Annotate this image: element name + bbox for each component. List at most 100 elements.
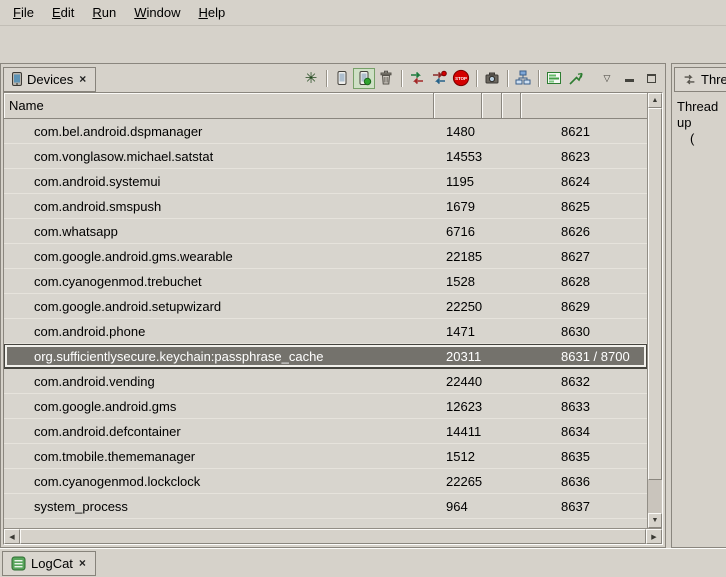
main-area: Devices × ✳	[0, 63, 726, 548]
vertical-scrollbar[interactable]: ▲ ▼	[647, 93, 662, 528]
column-header-pid[interactable]	[434, 93, 482, 119]
column-header-blank-1[interactable]	[482, 93, 502, 119]
threads-icon	[683, 73, 696, 86]
table-row[interactable]: com.google.android.gms.wearable 22185 86…	[4, 244, 647, 269]
systrace-icon[interactable]	[543, 68, 565, 89]
row-name: com.google.android.setupwizard	[4, 299, 434, 314]
row-pid: 1512	[434, 449, 482, 464]
screen-capture-icon[interactable]	[481, 68, 503, 89]
row-pid: 1480	[434, 124, 482, 139]
row-pid: 1528	[434, 274, 482, 289]
main-toolbar	[0, 26, 726, 63]
menu-item-edit[interactable]: Edit	[43, 2, 83, 23]
row-pid: 20311	[434, 349, 482, 364]
row-port: 8632	[521, 374, 647, 389]
table-row[interactable]: com.cyanogenmod.trebuchet 1528 8628	[4, 269, 647, 294]
row-name: com.cyanogenmod.lockclock	[4, 474, 434, 489]
row-pid: 22440	[434, 374, 482, 389]
row-port: 8636	[521, 474, 647, 489]
tab-logcat[interactable]: LogCat ×	[2, 551, 96, 576]
threads-panel-header: Threads	[672, 64, 726, 92]
vertical-scrollbar-thumb[interactable]	[648, 108, 662, 480]
table-row[interactable]: com.android.defcontainer 14411 8634	[4, 419, 647, 444]
vertical-scrollbar-trough[interactable]	[648, 480, 662, 513]
row-name: com.whatsapp	[4, 224, 434, 239]
row-port: 8624	[521, 174, 647, 189]
scroll-right-icon[interactable]: ▶	[646, 529, 662, 544]
threads-message-line2: (	[677, 131, 725, 147]
threads-panel: Threads Thread up (	[671, 63, 726, 548]
scroll-left-icon[interactable]: ◀	[4, 529, 20, 544]
table-row[interactable]: com.whatsapp 6716 8626	[4, 219, 647, 244]
row-port: 8634	[521, 424, 647, 439]
toolbar-separator	[507, 70, 508, 87]
toolbar-separator	[538, 70, 539, 87]
menubar: File Edit Run Window Help	[0, 0, 726, 26]
table-row[interactable]: com.bel.android.dspmanager 1480 8621	[4, 119, 647, 144]
menu-item-help[interactable]: Help	[189, 2, 234, 23]
tab-threads-label: Threads	[701, 72, 726, 87]
row-port: 8633	[521, 399, 647, 414]
debug-process-icon[interactable]: ✳	[300, 68, 322, 89]
table-row[interactable]: com.android.systemui 1195 8624	[4, 169, 647, 194]
update-heap-icon[interactable]	[331, 68, 353, 89]
row-name: org.sufficientlysecure.keychain:passphra…	[4, 349, 434, 364]
row-port: 8629	[521, 299, 647, 314]
table-row[interactable]: com.vonglasow.michael.satstat 14553 8623	[4, 144, 647, 169]
scroll-down-icon[interactable]: ▼	[648, 513, 662, 528]
tab-logcat-close-icon[interactable]: ×	[78, 556, 87, 570]
cause-gc-icon[interactable]	[375, 68, 397, 89]
bottom-bar: LogCat ×	[0, 548, 726, 577]
update-threads-icon[interactable]	[406, 68, 428, 89]
tab-devices-close-icon[interactable]: ×	[78, 72, 87, 86]
table-row[interactable]: com.google.android.gms 12623 8633	[4, 394, 647, 419]
row-pid: 6716	[434, 224, 482, 239]
row-port: 8625	[521, 199, 647, 214]
horizontal-scrollbar[interactable]: ◀ ▶	[4, 528, 662, 544]
table-row[interactable]: system_process 964 8637	[4, 494, 647, 519]
table-row[interactable]: com.android.vending 22440 8632	[4, 369, 647, 394]
menu-item-file[interactable]: File	[4, 2, 43, 23]
method-profiling-icon[interactable]	[428, 68, 450, 89]
column-header-name[interactable]: Name	[4, 93, 434, 119]
row-port: 8623	[521, 149, 647, 164]
table-row[interactable]: com.tmobile.thememanager 1512 8635	[4, 444, 647, 469]
menu-item-run[interactable]: Run	[83, 2, 125, 23]
column-header-port[interactable]	[521, 93, 647, 119]
row-port: 8637	[521, 499, 647, 514]
maximize-icon[interactable]	[640, 68, 662, 89]
network-stats-icon[interactable]	[565, 68, 587, 89]
menu-item-window[interactable]: Window	[125, 2, 189, 23]
row-port: 8630	[521, 324, 647, 339]
row-port: 8628	[521, 274, 647, 289]
tab-devices[interactable]: Devices ×	[3, 67, 96, 92]
row-name: com.android.phone	[4, 324, 434, 339]
tab-threads[interactable]: Threads	[674, 67, 726, 92]
row-pid: 22185	[434, 249, 482, 264]
horizontal-scrollbar-thumb[interactable]	[20, 529, 646, 544]
ui-hierarchy-icon[interactable]	[512, 68, 534, 89]
stop-process-icon[interactable]: STOP	[450, 68, 472, 89]
svg-text:STOP: STOP	[455, 76, 467, 81]
view-menu-icon[interactable]: ▽	[596, 68, 618, 89]
scroll-up-icon[interactable]: ▲	[648, 93, 662, 108]
table-row[interactable]: org.sufficientlysecure.keychain:passphra…	[4, 344, 647, 369]
table-row[interactable]: com.android.phone 1471 8630	[4, 319, 647, 344]
row-port: 8631 / 8700	[521, 349, 647, 364]
devices-panel-header: Devices × ✳	[1, 64, 665, 92]
device-table-header: Name	[4, 93, 647, 119]
row-pid: 14411	[434, 424, 482, 439]
table-row[interactable]: com.google.android.setupwizard 22250 862…	[4, 294, 647, 319]
row-port: 8635	[521, 449, 647, 464]
row-name: com.google.android.gms.wearable	[4, 249, 434, 264]
dump-hprof-icon[interactable]	[353, 68, 375, 89]
minimize-icon[interactable]	[618, 68, 640, 89]
column-header-blank-2[interactable]	[502, 93, 521, 119]
row-pid: 22250	[434, 299, 482, 314]
row-name: com.android.vending	[4, 374, 434, 389]
table-filler	[4, 519, 647, 528]
row-name: com.android.smspush	[4, 199, 434, 214]
table-row[interactable]: com.android.smspush 1679 8625	[4, 194, 647, 219]
row-pid: 1195	[434, 174, 482, 189]
table-row[interactable]: com.cyanogenmod.lockclock 22265 8636	[4, 469, 647, 494]
